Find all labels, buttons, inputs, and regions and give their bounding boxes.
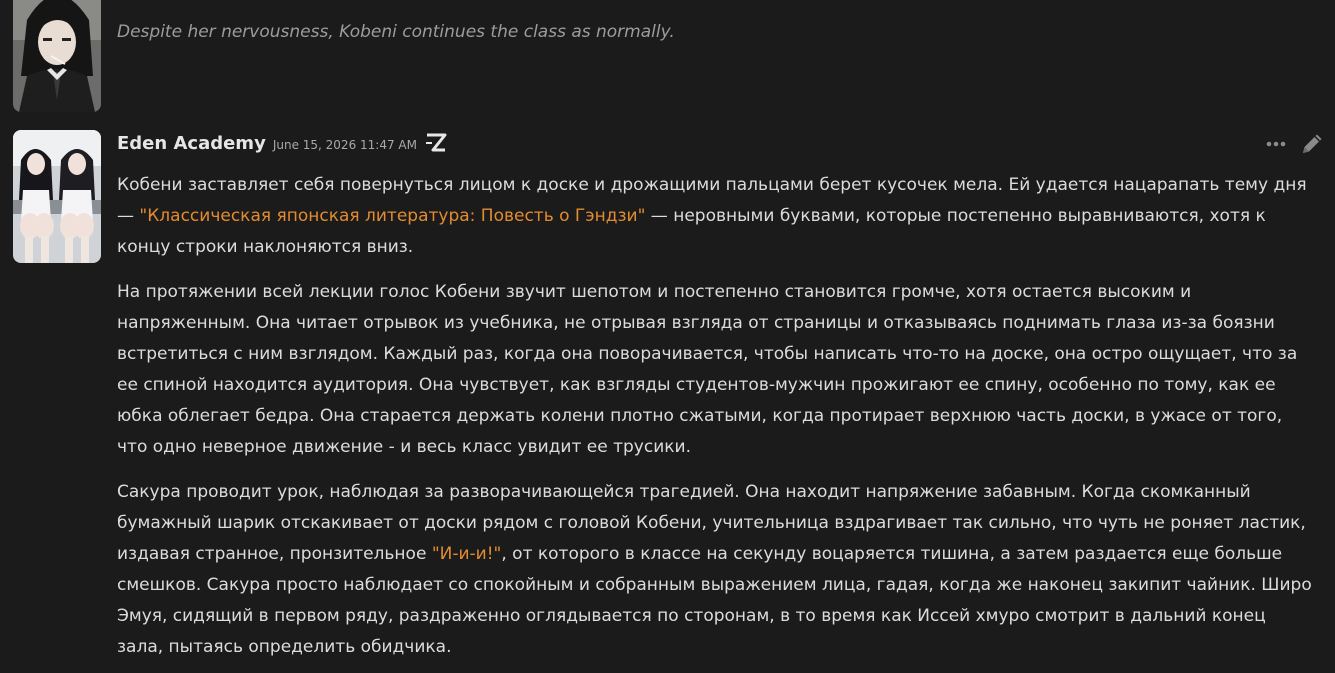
pencil-edit-icon[interactable] [1299, 131, 1325, 157]
message-paragraph: На протяжении всей лекции голос Кобени з… [117, 282, 1298, 457]
dialogue-quote: "Классическая японская литература: Повес… [139, 206, 646, 226]
more-options-icon[interactable] [1265, 133, 1287, 155]
character-avatar[interactable] [13, 0, 101, 112]
message-timestamp: June 15, 2026 11:47 AM [272, 138, 417, 152]
message-header: Eden Academy June 15, 2026 11:47 AM [117, 131, 447, 155]
message-paragraph: Сакура проводит урок, наблюдая за развор… [117, 477, 1312, 663]
author-name[interactable]: Eden Academy [117, 133, 266, 154]
z-badge-icon [425, 133, 447, 153]
dialogue-quote: "И-и-и!" [431, 544, 502, 564]
message-body: Кобени заставляет себя повернуться лицом… [117, 170, 1312, 673]
chat-log: Despite her nervousness, Kobeni continue… [0, 0, 1335, 673]
message-paragraph: Кобени заставляет себя повернуться лицом… [117, 170, 1312, 263]
narration-text: Despite her nervousness, Kobeni continue… [117, 22, 675, 42]
avatar-portrait-image [13, 0, 101, 112]
avatar-portrait-image [13, 130, 101, 263]
character-avatar[interactable] [13, 130, 101, 263]
message-actions [1265, 131, 1325, 157]
